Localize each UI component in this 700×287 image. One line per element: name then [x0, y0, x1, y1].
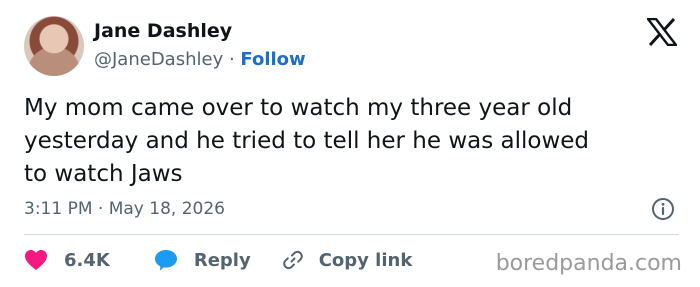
like-button[interactable]: 6.4K: [24, 249, 110, 271]
speech-bubble-icon: [154, 250, 177, 271]
author-name[interactable]: Jane Dashley: [94, 20, 232, 42]
tweet-text: My mom came over to watch my three year …: [24, 95, 590, 187]
heart-icon: [25, 250, 47, 270]
copy-link-button[interactable]: Copy link: [281, 248, 413, 272]
info-icon[interactable]: [651, 197, 675, 221]
handle-separator: ·: [223, 49, 241, 70]
follow-button[interactable]: Follow: [240, 49, 305, 70]
copy-link-label: Copy link: [318, 249, 413, 271]
link-icon: [282, 250, 303, 270]
avatar[interactable]: [24, 16, 84, 76]
watermark: boredpanda.com: [495, 251, 682, 276]
reply-button[interactable]: Reply: [154, 249, 251, 271]
reply-label: Reply: [193, 249, 251, 271]
like-count: 6.4K: [64, 249, 110, 271]
action-bar: 6.4K Reply Copy link: [24, 246, 412, 274]
author-handle-line: @JaneDashley · Follow: [94, 49, 306, 70]
tweet-timestamp[interactable]: 3:11 PM · May 18, 2026: [24, 199, 225, 219]
x-logo-icon[interactable]: [647, 18, 677, 46]
divider: [24, 234, 679, 235]
author-handle[interactable]: @JaneDashley: [94, 49, 223, 70]
